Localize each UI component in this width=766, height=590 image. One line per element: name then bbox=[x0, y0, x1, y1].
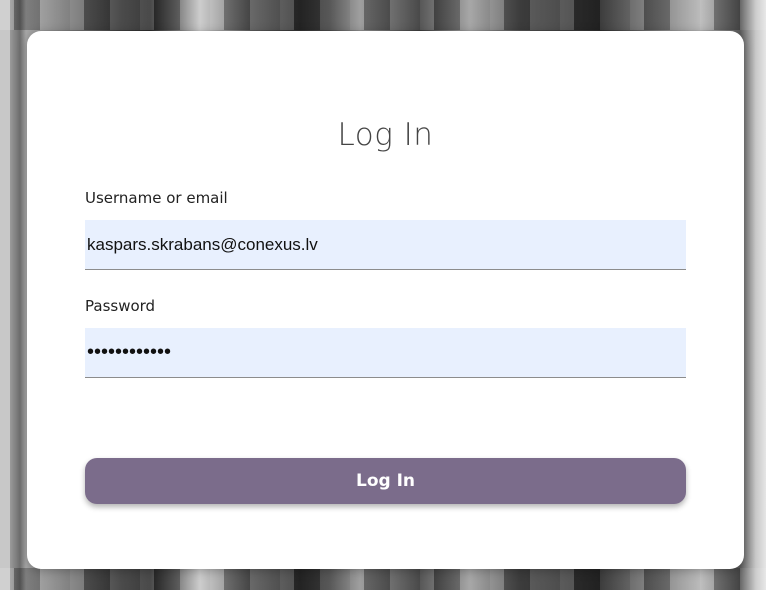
login-title: Log In bbox=[337, 117, 434, 153]
background-band-bottom bbox=[0, 568, 766, 590]
password-label: Password bbox=[85, 297, 156, 315]
login-button[interactable]: Log In bbox=[85, 458, 686, 504]
background-band-top bbox=[0, 0, 766, 30]
username-label: Username or email bbox=[85, 189, 228, 207]
password-input[interactable] bbox=[85, 328, 686, 378]
username-input[interactable] bbox=[85, 220, 686, 270]
login-card: Log In Username or email Password Log In bbox=[27, 31, 744, 569]
